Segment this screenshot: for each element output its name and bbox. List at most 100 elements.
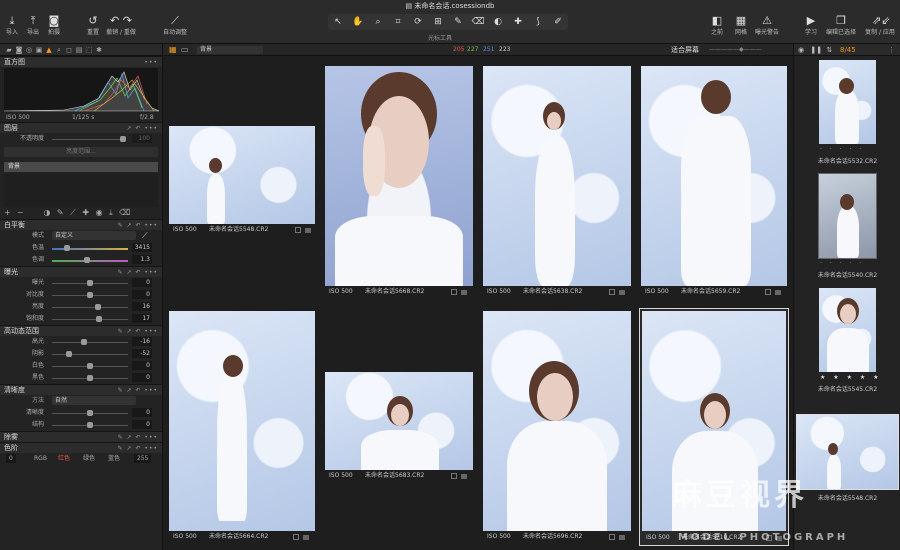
slider-value[interactable]: 16 bbox=[132, 302, 152, 311]
sort-select[interactable]: 背景 bbox=[197, 46, 263, 54]
more-icon[interactable]: ••• bbox=[144, 57, 158, 68]
eyedropper-icon[interactable]: ⟋ bbox=[142, 230, 148, 242]
slider-value[interactable]: -16 bbox=[132, 337, 152, 346]
slider-knob[interactable] bbox=[87, 410, 93, 416]
select-checkbox[interactable] bbox=[293, 534, 299, 540]
tint-knob[interactable] bbox=[84, 257, 90, 263]
rotate-icon[interactable]: ⟳ bbox=[408, 14, 428, 30]
filmstrip-thumb-5545[interactable] bbox=[819, 288, 876, 372]
slider-track[interactable] bbox=[52, 354, 128, 355]
slider-value[interactable]: 0 bbox=[132, 420, 152, 429]
thumbnail-5664[interactable]: ISO 500 未命名会话5664.CR2 bbox=[169, 311, 315, 543]
auto-adjust-button[interactable]: ⟋ 自动调整 bbox=[160, 14, 190, 37]
slider-knob[interactable] bbox=[66, 351, 72, 357]
edit-selected-button[interactable]: ❐ 编辑已选择 bbox=[822, 14, 860, 37]
hdr-header[interactable]: 高动态范围 ✎ ↗ ↶ ••• bbox=[0, 325, 162, 336]
levels-tab-green[interactable]: 绿色 bbox=[83, 453, 95, 465]
clarity-method-select[interactable]: 自然 bbox=[52, 396, 136, 405]
annotate-icon[interactable]: ✐ bbox=[548, 14, 568, 30]
levels-tab-blue[interactable]: 蓝色 bbox=[108, 453, 120, 465]
select-checkbox[interactable] bbox=[451, 289, 457, 295]
levels-tab-rgb[interactable]: RGB bbox=[34, 453, 47, 465]
slider-track[interactable] bbox=[52, 307, 128, 308]
select-checkbox[interactable] bbox=[765, 289, 771, 295]
exposure-warning-button[interactable]: ⚠ 曝光警告 bbox=[752, 14, 782, 37]
output-icon[interactable]: ⬚ bbox=[84, 44, 94, 56]
slider-knob[interactable] bbox=[95, 304, 101, 310]
slider-knob[interactable] bbox=[96, 316, 102, 322]
reset-button[interactable]: ↺ 重置 bbox=[84, 14, 102, 37]
thumbnail-5668[interactable]: ISO 500 未命名会话5668.CR2 bbox=[325, 66, 473, 298]
slider-knob[interactable] bbox=[87, 292, 93, 298]
color-tab-icon[interactable]: ▲ bbox=[44, 44, 54, 56]
grid-view-icon[interactable]: ▦ bbox=[169, 45, 177, 54]
pan-hand-icon[interactable]: ✋ bbox=[348, 14, 368, 30]
rating-stars[interactable]: ★ ★ ★ ★ ★ bbox=[820, 374, 882, 381]
filmstrip-thumb-5540[interactable] bbox=[818, 173, 877, 259]
folder-icon[interactable]: ▰ bbox=[4, 44, 14, 56]
detail-icon[interactable]: ◻ bbox=[64, 44, 74, 56]
levels-header[interactable]: 色阶 ✎ ↗ ↶ ••• bbox=[0, 442, 162, 453]
export-button[interactable]: ⤒ 导出 bbox=[24, 14, 42, 37]
opacity-knob[interactable] bbox=[120, 136, 126, 142]
select-checkbox[interactable] bbox=[451, 473, 457, 479]
select-cursor-icon[interactable]: ↖ bbox=[328, 14, 348, 30]
keystone-icon[interactable]: ⊞ bbox=[428, 14, 448, 30]
zoom-icon[interactable]: ⌕ bbox=[368, 14, 388, 30]
slider-value[interactable]: -52 bbox=[132, 349, 152, 358]
list-view-icon[interactable]: ▭ bbox=[181, 45, 189, 54]
layers-tab-icon[interactable]: ▣ bbox=[34, 44, 44, 56]
slider-knob[interactable] bbox=[87, 280, 93, 286]
dehaze-header[interactable]: 除雾 ✎ ↗ ↶ ••• bbox=[0, 431, 162, 442]
camera-tab-icon[interactable]: ◙ bbox=[14, 44, 24, 56]
crop-icon[interactable]: ⌗ bbox=[388, 14, 408, 30]
add-layer-icon[interactable]: + bbox=[4, 208, 17, 217]
temperature-knob[interactable] bbox=[64, 245, 70, 251]
remove-layer-icon[interactable]: − bbox=[17, 208, 30, 217]
eraser-icon[interactable]: ⌫ bbox=[468, 14, 488, 30]
heal-icon[interactable]: ✚ bbox=[508, 14, 528, 30]
histogram-header[interactable]: 直方图 ••• bbox=[0, 56, 162, 67]
picker-icon[interactable]: ⟆ bbox=[528, 14, 548, 30]
thumbnail-5659[interactable]: ISO 500 未命名会话5659.CR2 bbox=[641, 66, 787, 298]
fit-screen-label[interactable]: 适合屏幕 bbox=[671, 44, 699, 56]
slider-knob[interactable] bbox=[87, 422, 93, 428]
thumbnail-5683[interactable]: ISO 500 未命名会话5683.CR2 bbox=[325, 372, 473, 482]
capture-button[interactable]: ◙ 拍摄 bbox=[45, 14, 63, 37]
thumbnail-5696[interactable]: ISO 500 未命名会话5696.CR2 bbox=[483, 311, 631, 543]
slider-value[interactable]: 0 bbox=[132, 278, 152, 287]
rating-stars[interactable]: · · · · · bbox=[820, 146, 864, 153]
slider-value[interactable]: 0 bbox=[132, 290, 152, 299]
select-checkbox[interactable] bbox=[609, 289, 615, 295]
slider-knob[interactable] bbox=[81, 339, 87, 345]
tint-slider[interactable] bbox=[52, 260, 128, 262]
more-icon[interactable]: ⋮ bbox=[888, 44, 895, 56]
undo-redo-button[interactable]: ↶ ↷ 撤销 / 重做 bbox=[104, 14, 138, 37]
slider-value[interactable]: 0 bbox=[132, 361, 152, 370]
brightness-range-button[interactable]: 亮度范围... bbox=[4, 147, 158, 157]
opacity-slider[interactable] bbox=[52, 139, 122, 140]
zoom-slider[interactable]: —————◆——— bbox=[709, 44, 762, 56]
slider-knob[interactable] bbox=[87, 375, 93, 381]
gear-icon[interactable]: ✱ bbox=[94, 44, 104, 56]
slider-value[interactable]: 17 bbox=[132, 314, 152, 323]
before-button[interactable]: ◧ 之前 bbox=[706, 14, 728, 37]
filmstrip-thumb-5532[interactable] bbox=[819, 60, 876, 144]
layer-item-background[interactable]: 背景 bbox=[4, 162, 158, 172]
search-icon[interactable]: ⌕ bbox=[54, 44, 64, 56]
grid-button[interactable]: ▦ 网格 bbox=[730, 14, 752, 37]
brush-icon[interactable]: ✎ bbox=[448, 14, 468, 30]
wb-mode-select[interactable]: 自定义 bbox=[52, 231, 136, 240]
thumbnail-5638[interactable]: ISO 500 未命名会话5638.CR2 bbox=[483, 66, 631, 298]
import-button[interactable]: ⤓ 导入 bbox=[3, 14, 21, 37]
white-balance-header[interactable]: 白平衡 ✎ ↗ ↶ ••• bbox=[0, 219, 162, 230]
slider-track[interactable] bbox=[52, 319, 128, 320]
clarity-header[interactable]: 清晰度 ✎ ↗ ↶ ••• bbox=[0, 384, 162, 395]
copy-apply-button[interactable]: ⇗⇙ 复制 / 应用 bbox=[862, 14, 898, 37]
exposure-header[interactable]: 曝光 ✎ ↗ ↶ ••• bbox=[0, 266, 162, 277]
pause-icon[interactable]: ❚❚ bbox=[810, 46, 822, 54]
mask-tools-icons[interactable]: ◑ ✎ ⟋ ✚ ◉ ⤓ ⌫ bbox=[29, 208, 132, 217]
sort-icon[interactable]: ⇅ bbox=[826, 46, 832, 54]
slider-knob[interactable] bbox=[87, 363, 93, 369]
meta-icon[interactable]: ▤ bbox=[74, 44, 84, 56]
